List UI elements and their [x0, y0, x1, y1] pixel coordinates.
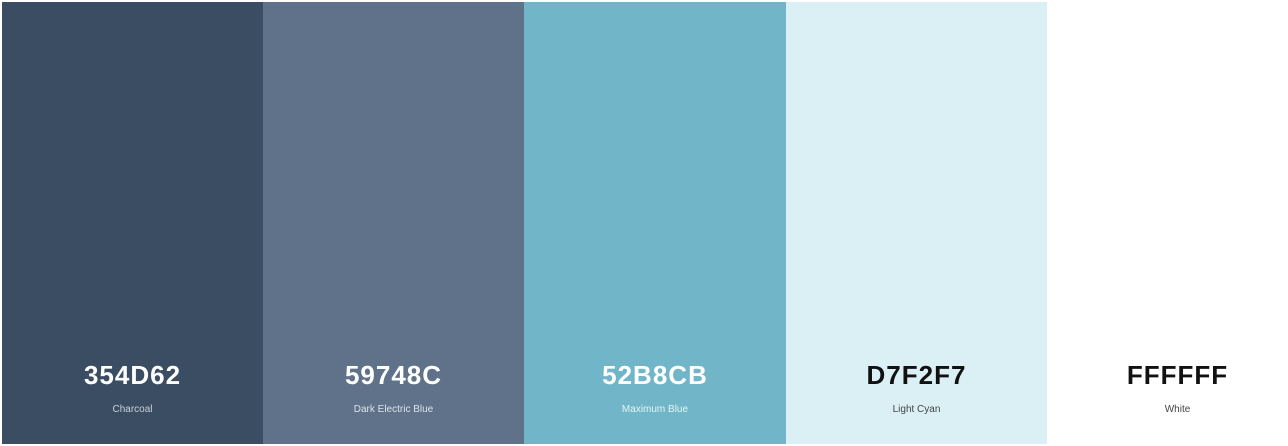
color-hex-code[interactable]: D7F2F7: [786, 360, 1047, 391]
color-swatch-charcoal[interactable]: 354D62 Charcoal: [2, 2, 263, 444]
color-swatch-white[interactable]: FFFFFF White: [1047, 2, 1288, 444]
color-hex-code[interactable]: 354D62: [2, 360, 263, 391]
color-swatch-maximum-blue[interactable]: 52B8CB Maximum Blue: [524, 2, 786, 444]
color-swatch-light-cyan[interactable]: D7F2F7 Light Cyan: [786, 2, 1047, 444]
color-swatch-dark-electric-blue[interactable]: 59748C Dark Electric Blue: [263, 2, 524, 444]
color-name: Maximum Blue: [621, 404, 689, 415]
color-name: Light Cyan: [892, 404, 941, 415]
color-hex-code[interactable]: 52B8CB: [524, 360, 786, 391]
color-name: Charcoal: [112, 404, 153, 415]
color-palette: 354D62 Charcoal 59748C Dark Electric Blu…: [2, 2, 1288, 444]
color-name: Dark Electric Blue: [353, 404, 434, 415]
color-hex-code[interactable]: FFFFFF: [1047, 360, 1288, 391]
color-hex-code[interactable]: 59748C: [263, 360, 524, 391]
color-name: White: [1164, 404, 1191, 415]
